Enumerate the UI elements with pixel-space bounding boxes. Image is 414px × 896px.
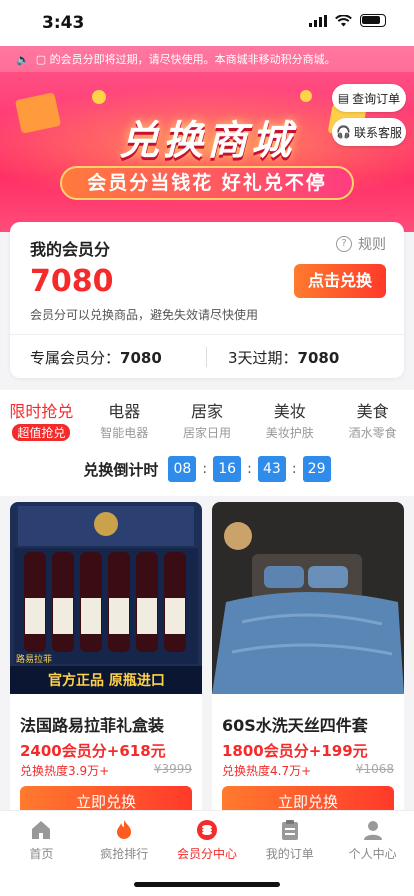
expire-value: 7080 [297, 349, 340, 367]
divider [206, 347, 207, 367]
query-order-label: 查询订单 [352, 91, 401, 106]
exclusive-value: 7080 [120, 349, 162, 367]
category-label: 居家 [190, 402, 223, 421]
bedding-set-image [212, 502, 404, 694]
notice-bar: 🔈 ▢ 的会员分即将过期，请尽快使用。本商城非移动积分商城。 [0, 46, 414, 72]
wifi-icon [335, 14, 352, 26]
image-tagline: 官方正品 原瓶进口 [48, 672, 165, 689]
points-title: 我的会员分 [30, 240, 111, 259]
tab-beauty[interactable]: 美妆 美妆护肤 [248, 390, 331, 442]
speaker-icon: 🔈 [16, 52, 30, 66]
points-summary: 专属会员分：7080 3天过期：7080 [10, 334, 404, 378]
tab-home-page[interactable]: 首页 [0, 811, 83, 896]
product-heat: 兑换热度3.9万+ [20, 764, 110, 778]
expire-label: 3天过期： [228, 349, 298, 367]
product-card[interactable]: 60S水洗天丝四件套 1800会员分+199元 兑换热度4.7万+ ¥1068 … [212, 502, 404, 816]
brand-stamp-label: 路易拉菲 [16, 653, 52, 665]
countdown-days: 08 [168, 456, 197, 482]
document-icon: ▤ [337, 91, 350, 105]
exclusive-points: 专属会员分：7080 [30, 347, 162, 368]
query-order-button[interactable]: ▤ 查询订单 [332, 84, 406, 112]
tab-label: 疯抢排行 [100, 847, 149, 861]
banner-subtitle: 会员分当钱花 好礼兑不停 [60, 166, 354, 200]
product-card[interactable]: 路易拉菲 官方正品 原瓶进口 法国路易拉菲礼盒装 2400会员分+618元 兑换… [10, 502, 202, 816]
tab-label: 我的订单 [265, 847, 314, 861]
category-sublabel: 美妆护肤 [265, 426, 314, 440]
clipboard-icon [281, 820, 298, 840]
expiring-points: 3天过期：7080 [228, 347, 339, 368]
product-name: 法国路易拉菲礼盒装 [20, 716, 165, 735]
tab-home[interactable]: 居家 居家日用 [166, 390, 249, 442]
status-bar: 3:43 [0, 0, 414, 46]
tab-label: 首页 [29, 847, 54, 861]
countdown-separator: : [247, 461, 252, 477]
status-time: 3:43 [42, 13, 85, 33]
product-price: 2400会员分+618元 [20, 742, 166, 760]
countdown: 兑换倒计时 08 : 16 : 43 : 29 [0, 442, 414, 496]
redeem-button[interactable]: 点击兑换 [294, 264, 386, 298]
rules-link[interactable]: ? 规则 [336, 234, 386, 254]
flame-icon [117, 820, 132, 839]
countdown-hours: 16 [213, 456, 242, 482]
category-label: 电器 [108, 402, 141, 421]
tab-profile[interactable]: 个人中心 [331, 811, 414, 896]
exclusive-label: 专属会员分： [30, 349, 121, 367]
contact-service-button[interactable]: 🎧 联系客服 [332, 118, 406, 146]
tab-label: 个人中心 [348, 847, 397, 861]
category-label: 限时抢兑 [9, 402, 74, 421]
rules-label: 规则 [358, 237, 386, 253]
category-label: 美妆 [273, 402, 306, 421]
tab-flash-sale[interactable]: 限时抢兑 超值抢兑 [0, 390, 83, 442]
battery-icon [360, 14, 386, 27]
points-description: 会员分可以兑换商品，避免失效请尽快使用 [30, 308, 259, 322]
countdown-separator: : [202, 461, 208, 477]
banner: 🔈 ▢ 的会员分即将过期，请尽快使用。本商城非移动积分商城。 兑换商城 会员分当… [0, 46, 414, 232]
headset-icon: 🎧 [336, 125, 351, 139]
product-heat: 兑换热度4.7万+ [222, 764, 312, 778]
help-icon: ? [336, 236, 352, 252]
coins-icon [196, 820, 217, 840]
tab-label: 会员分中心 [176, 847, 237, 861]
category-sublabel: 超值抢兑 [12, 424, 71, 441]
tab-food[interactable]: 美食 酒水零食 [331, 390, 414, 442]
home-icon [32, 821, 51, 839]
points-value: 7080 [30, 264, 114, 299]
category-sublabel: 智能电器 [100, 426, 149, 440]
signal-icon [309, 14, 327, 27]
category-label: 美食 [356, 402, 389, 421]
home-indicator [134, 882, 280, 887]
product-name: 60S水洗天丝四件套 [222, 716, 368, 735]
countdown-label: 兑换倒计时 [83, 460, 159, 479]
coin-decor [300, 90, 312, 102]
tab-appliances[interactable]: 电器 智能电器 [83, 390, 166, 442]
points-card: 我的会员分 ? 规则 7080 点击兑换 会员分可以兑换商品，避免失效请尽快使用… [10, 222, 404, 378]
user-icon [363, 821, 382, 840]
product-original-price: ¥3999 [153, 762, 192, 776]
product-price: 1800会员分+199元 [222, 742, 368, 760]
notice-text: ▢ 的会员分即将过期，请尽快使用。本商城非移动积分商城。 [35, 53, 336, 66]
countdown-separator: : [291, 461, 297, 477]
wine-gift-box-image: 路易拉菲 官方正品 原瓶进口 [10, 502, 202, 694]
product-grid: 路易拉菲 官方正品 原瓶进口 法国路易拉菲礼盒装 2400会员分+618元 兑换… [0, 496, 414, 816]
product-original-price: ¥1068 [355, 762, 394, 776]
status-icons [309, 14, 386, 27]
countdown-seconds: 29 [302, 456, 331, 482]
category-tabs: 限时抢兑 超值抢兑 电器 智能电器 居家 居家日用 美妆 美妆护肤 美食 酒水零… [0, 390, 414, 442]
countdown-minutes: 43 [257, 456, 286, 482]
contact-service-label: 联系客服 [353, 125, 402, 140]
category-sublabel: 居家日用 [182, 426, 231, 440]
category-sublabel: 酒水零食 [348, 426, 397, 440]
coin-decor [92, 90, 106, 104]
